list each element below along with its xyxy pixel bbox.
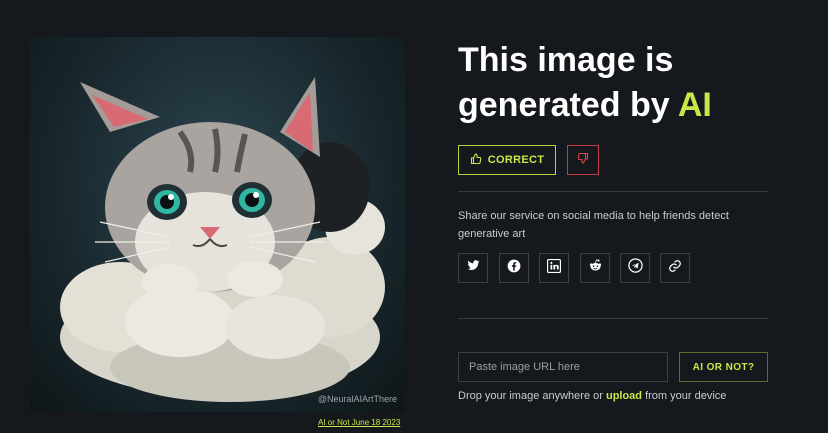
thumbs-down-icon [577,151,589,169]
ai-or-not-button[interactable]: AI OR NOT? [679,352,768,382]
link-icon [668,259,682,278]
kitten-illustration [60,77,385,402]
drop-text-suffix: from your device [642,390,727,402]
divider [458,318,768,319]
correct-button[interactable]: CORRECT [458,145,556,175]
reddit-icon [588,258,603,278]
share-description: Share our service on social media to hel… [458,210,729,240]
divider [458,191,768,192]
facebook-icon [507,259,521,278]
share-telegram-button[interactable] [620,253,650,283]
drop-instructions: Drop your image anywhere or upload from … [458,390,726,402]
correct-button-label: CORRECT [487,154,545,166]
wrong-button[interactable] [567,145,599,175]
upload-link[interactable]: upload [606,390,642,402]
image-caption-link[interactable]: AI or Not June 18 2023 [318,418,400,427]
share-twitter-button[interactable] [458,253,488,283]
drop-text: Drop your image anywhere or [458,390,606,402]
share-facebook-button[interactable] [499,253,529,283]
share-reddit-button[interactable] [580,253,610,283]
headline-accent: AI [677,86,712,124]
analyzed-image: @NeuralAIArtThere [30,37,405,412]
telegram-icon [627,258,643,278]
result-headline: This image is generated by AI [458,38,828,128]
linkedin-icon [547,258,561,278]
image-url-input[interactable] [458,352,668,382]
share-link-button[interactable] [660,253,690,283]
share-linkedin-button[interactable] [539,253,569,283]
thumbs-up-icon [470,152,482,168]
twitter-icon [467,259,480,277]
image-watermark: @NeuralAIArtThere [317,394,397,404]
headline-text: This image is generated by [458,41,678,124]
